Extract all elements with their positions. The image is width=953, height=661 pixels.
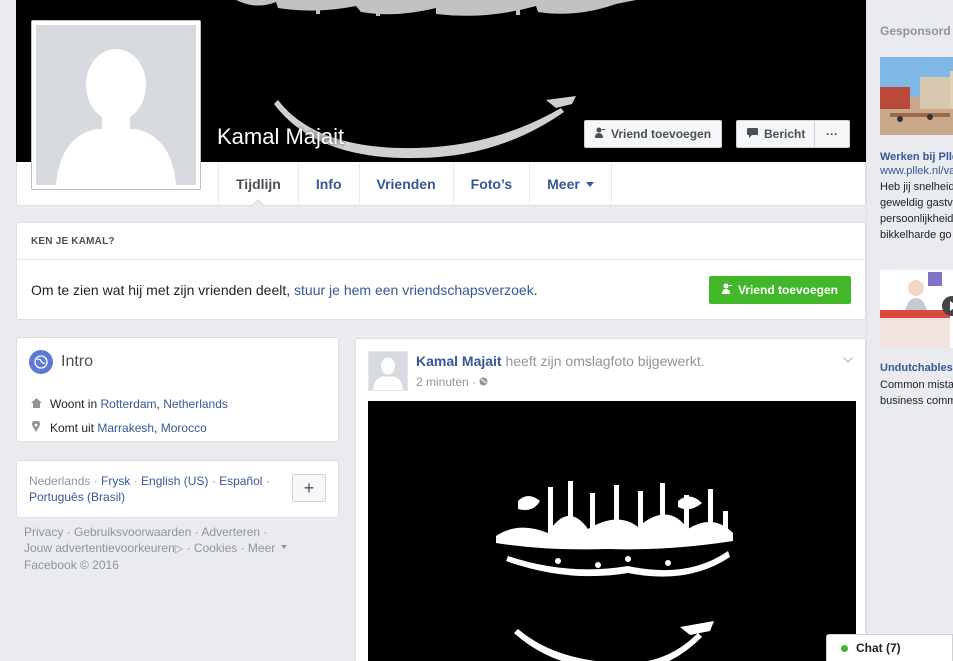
chat-tab[interactable]: Chat (7) [826,634,953,661]
tab-more[interactable]: Meer [529,162,612,205]
calligraphy-image [496,481,733,661]
from-row: Komt uit Marrakesh, Morocco [29,416,326,440]
post-cover-image[interactable] [368,401,856,661]
know-user-card: KEN JE KAMAL? Om te zien wat hij met zij… [16,222,866,320]
current-language: Nederlands [29,474,91,488]
tab-timeline[interactable]: Tijdlijn [218,162,298,207]
copyright: Facebook © 2016 [24,558,119,572]
tab-friends[interactable]: Vrienden [358,162,453,205]
globe-icon [479,375,488,389]
add-friend-icon [595,127,605,141]
globe-icon [29,350,53,374]
ad-url-pllek[interactable]: www.pllek.nl/va [880,165,953,177]
tab-info[interactable]: Info [297,162,359,205]
ad-title-pllek[interactable]: Werken bij Pllek [880,151,953,163]
know-user-header: KEN JE KAMAL? [17,223,865,260]
add-friend-green-button[interactable]: Vriend toevoegen [708,276,851,304]
language-frysk[interactable]: Frysk [101,474,130,488]
ellipsis-icon: ··· [826,127,838,141]
post-action: heeft zijn omslagfoto bijgewerkt. [505,353,705,369]
message-button[interactable]: Bericht [736,120,815,148]
add-friend-icon [721,283,732,297]
default-avatar-icon [36,25,196,185]
intro-title: Intro [61,353,94,370]
from-country-link[interactable]: Morocco [161,421,207,435]
tab-photos[interactable]: Foto’s [452,162,529,205]
know-user-text: Om te zien wat hij met zijn vrienden dee… [31,282,538,298]
more-languages-button[interactable]: + [292,474,326,502]
add-friend-button[interactable]: Vriend toevoegen [584,120,723,148]
ad-choices-icon: ▷ [174,543,184,555]
ad-image-undutchables[interactable] [880,270,953,348]
intro-card: Intro Woont in Rotterdam, Netherlands Ko… [16,337,339,442]
friend-request-link[interactable]: stuur je hem een vriendschapsverzoek [294,282,534,298]
ad-text-undutchables: Common mista business comm [880,379,953,407]
more-options-button[interactable]: ··· [814,120,850,148]
post-author-avatar[interactable] [368,351,408,391]
from-city-link[interactable]: Marrakesh [97,421,154,435]
ad-image-pllek[interactable] [880,57,953,135]
post-timestamp[interactable]: 2 minuten [416,375,469,389]
sponsored-heading: Gesponsord [880,24,951,38]
location-pin-icon [29,420,43,435]
profile-picture[interactable] [31,20,201,190]
footer-line-2[interactable]: · Cookies · Meer [183,541,276,555]
language-card: Nederlands · Frysk · English (US) · Espa… [16,460,339,518]
timeline-post: Kamal Majait heeft zijn omslagfoto bijge… [355,338,866,661]
post-author-link[interactable]: Kamal Majait [416,353,502,369]
home-icon [29,397,43,411]
right-sidebar: Gesponsord Werken bij Pllek www.pllek.nl… [866,0,953,661]
online-dot-icon [841,644,848,652]
ad-text-pllek: Heb jij snelheid geweldig gastv persoonl… [880,181,953,241]
caret-down-icon [281,545,288,552]
profile-name: Kamal Majait [217,124,345,149]
language-portuguese[interactable]: Português (Brasil) [29,490,125,504]
ad-choices-link[interactable]: Jouw advertentievoorkeuren [24,541,175,555]
footer-links: Privacy · Gebruiksvoorwaarden · Adverter… [24,524,324,573]
lives-city-link[interactable]: Rotterdam [100,397,156,411]
caret-down-icon [585,181,594,191]
language-spanish[interactable]: Español [219,474,262,488]
message-icon [747,127,758,141]
lives-country-link[interactable]: Netherlands [163,397,228,411]
lives-in-row: Woont in Rotterdam, Netherlands [29,392,326,416]
language-english[interactable]: English (US) [141,474,208,488]
footer-line-1[interactable]: Privacy · Gebruiksvoorwaarden · Adverter… [24,524,324,540]
ad-title-undutchables[interactable]: Undutchables [880,362,953,374]
